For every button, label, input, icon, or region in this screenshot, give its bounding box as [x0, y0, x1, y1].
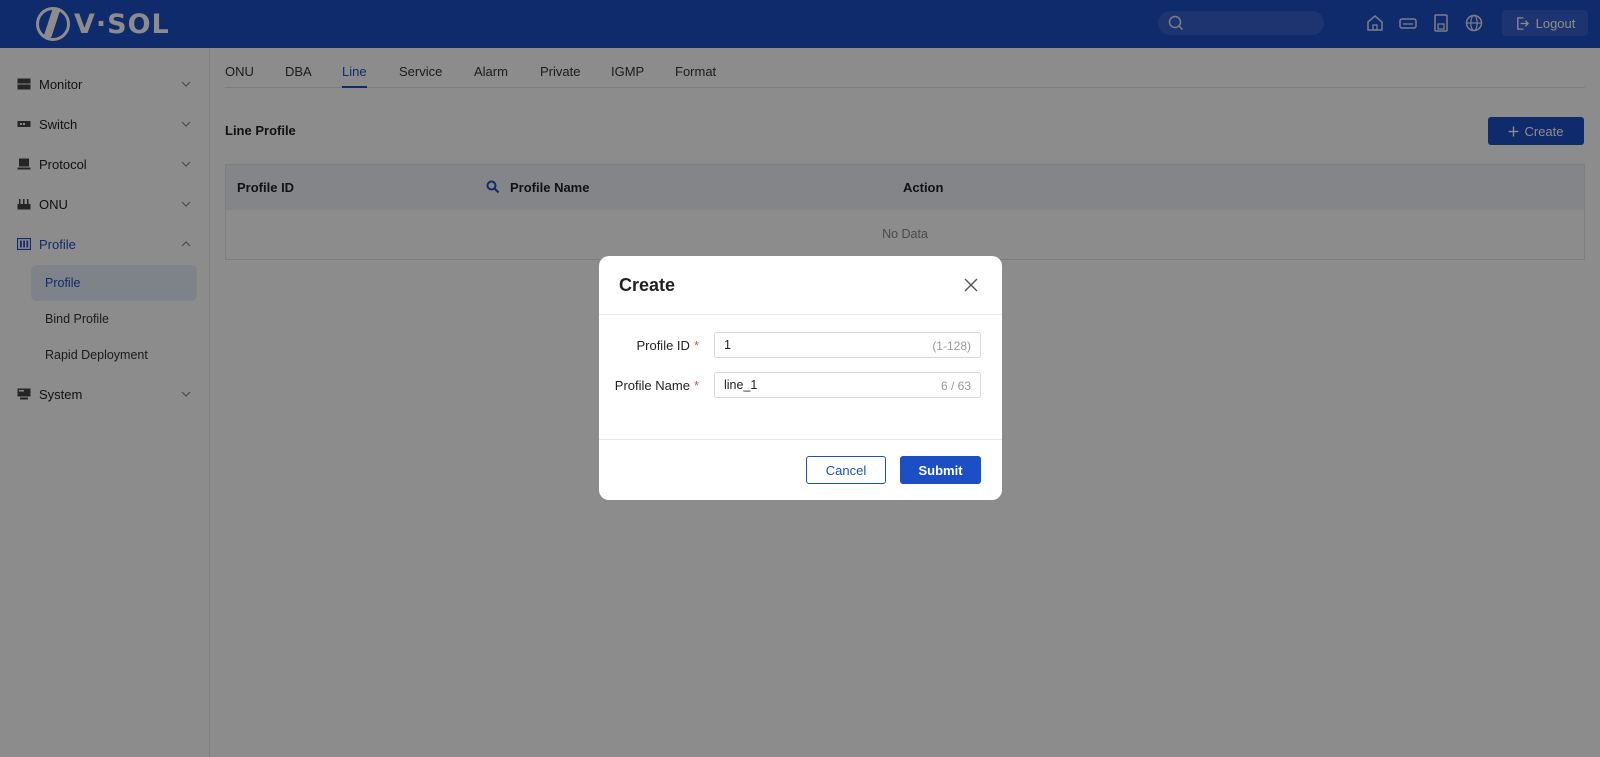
dialog-divider [599, 314, 1002, 315]
close-icon[interactable] [963, 277, 979, 293]
profile-name-input[interactable]: line_1 6 / 63 [714, 372, 981, 398]
profile-id-range-hint: (1-128) [932, 339, 971, 353]
profile-name-value: line_1 [724, 378, 758, 392]
profile-id-value: 1 [724, 338, 731, 352]
create-dialog: Create Profile ID * 1 (1-128) Profile Nam… [599, 256, 1002, 500]
profile-id-label: Profile ID * [636, 338, 699, 353]
profile-name-char-count: 6 / 63 [940, 379, 971, 393]
required-asterisk: * [693, 378, 699, 393]
dialog-footer-divider [599, 439, 1002, 440]
cancel-button[interactable]: Cancel [806, 456, 886, 484]
submit-button[interactable]: Submit [900, 456, 981, 484]
required-asterisk: * [693, 338, 699, 353]
profile-name-label: Profile Name * [614, 378, 699, 393]
profile-id-input[interactable]: 1 (1-128) [714, 332, 981, 358]
dialog-title: Create [619, 275, 676, 295]
